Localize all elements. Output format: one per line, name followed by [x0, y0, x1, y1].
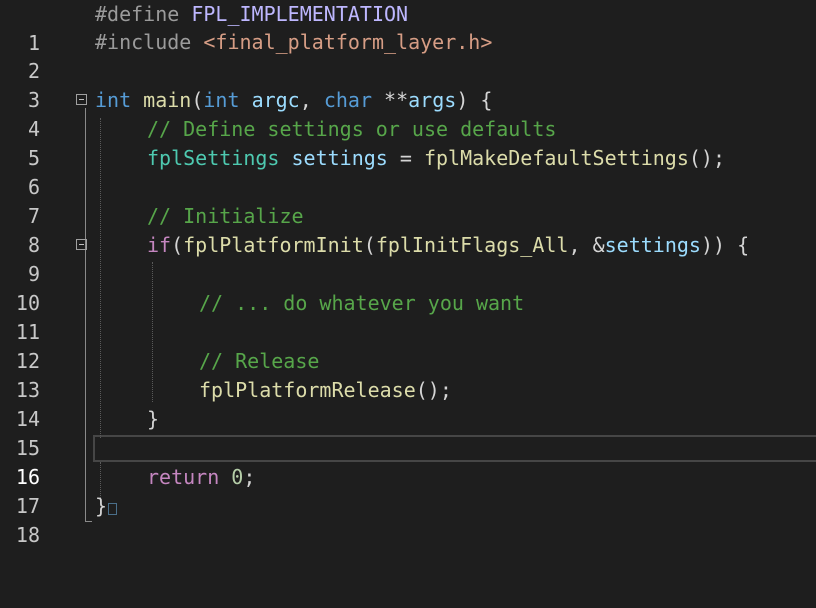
comment: // Initialize [147, 204, 304, 228]
macro-name: FPL_IMPLEMENTATION [191, 2, 409, 26]
code-line[interactable]: 12 [0, 318, 816, 373]
function-name: fplPlatformRelease [199, 378, 416, 402]
comment: // ... do whatever you want [199, 291, 525, 315]
keyword: return [147, 465, 220, 489]
keyword: int [203, 88, 240, 112]
code-line[interactable]: 2 #include <final_platform_layer.h> [0, 28, 816, 83]
punctuation: , [568, 233, 581, 257]
code-line[interactable]: 8 // Initialize [0, 202, 816, 257]
punctuation: (); [688, 146, 725, 170]
line-number: 18 [15, 523, 40, 547]
code-line[interactable]: 9 if(fplPlatformInit(fplInitFlags_All, &… [0, 231, 816, 286]
comment: // Release [199, 349, 320, 373]
code-line[interactable]: 10 [0, 260, 816, 315]
code-line[interactable]: 6 fplSettings settings = fplMakeDefaultS… [0, 144, 816, 199]
preprocessor-directive: #include [95, 30, 192, 54]
punctuation: , [299, 88, 312, 112]
code-line[interactable]: 18 } [0, 492, 816, 547]
brace: } [95, 494, 108, 518]
code-line[interactable]: 3 [0, 57, 816, 112]
code-editor[interactable]: 1 #define FPL_IMPLEMENTATION 2 #include … [0, 0, 816, 547]
include-header: <final_platform_layer.h> [203, 30, 493, 54]
code-line[interactable]: 15 } [0, 405, 816, 460]
punctuation: ( [191, 88, 204, 112]
keyword: if [147, 233, 172, 257]
operator: & [592, 233, 605, 257]
code-line[interactable]: 1 #define FPL_IMPLEMENTATION [0, 0, 816, 55]
code-line[interactable]: 7 [0, 173, 816, 228]
code-line[interactable]: 14 fplPlatformRelease(); [0, 376, 816, 431]
function-name: fplMakeDefaultSettings [423, 146, 689, 170]
type-name: fplSettings [147, 146, 280, 170]
keyword: char [323, 88, 372, 112]
brace-match-marker [108, 503, 118, 515]
fold-collapse-icon[interactable] [76, 239, 87, 250]
code-line[interactable]: 11 // ... do whatever you want [0, 289, 816, 344]
number-literal: 0 [231, 465, 244, 489]
function-name: fplPlatformInit [183, 233, 364, 257]
operator: = [399, 146, 412, 170]
brace: } [147, 407, 160, 431]
punctuation: (); [415, 378, 452, 402]
operator: ** [384, 88, 409, 112]
parameter: argc [251, 88, 300, 112]
keyword: int [95, 88, 132, 112]
punctuation: ) [456, 88, 469, 112]
code-line[interactable]: 4 int main(int argc, char **args) { [0, 86, 816, 141]
function-name: main [143, 88, 192, 112]
fold-collapse-icon[interactable] [76, 94, 87, 105]
punctuation: ( [363, 233, 376, 257]
fold-region-main-end [85, 521, 92, 522]
code-line-current[interactable]: 16 [0, 434, 816, 489]
punctuation: )) [700, 233, 726, 257]
preprocessor-directive: #define [95, 2, 180, 26]
punctuation: ( [171, 233, 184, 257]
variable: settings [604, 233, 701, 257]
code-line[interactable]: 13 // Release [0, 347, 816, 402]
brace: { [737, 233, 750, 257]
code-line[interactable]: 5 // Define settings or use defaults [0, 115, 816, 170]
parameter: args [408, 88, 457, 112]
variable: settings [291, 146, 388, 170]
enum-constant: fplInitFlags_All [375, 233, 569, 257]
code-line[interactable]: 17 return 0; [0, 463, 816, 518]
comment: // Define settings or use defaults [147, 117, 557, 141]
punctuation: ; [243, 465, 256, 489]
brace: { [480, 88, 493, 112]
